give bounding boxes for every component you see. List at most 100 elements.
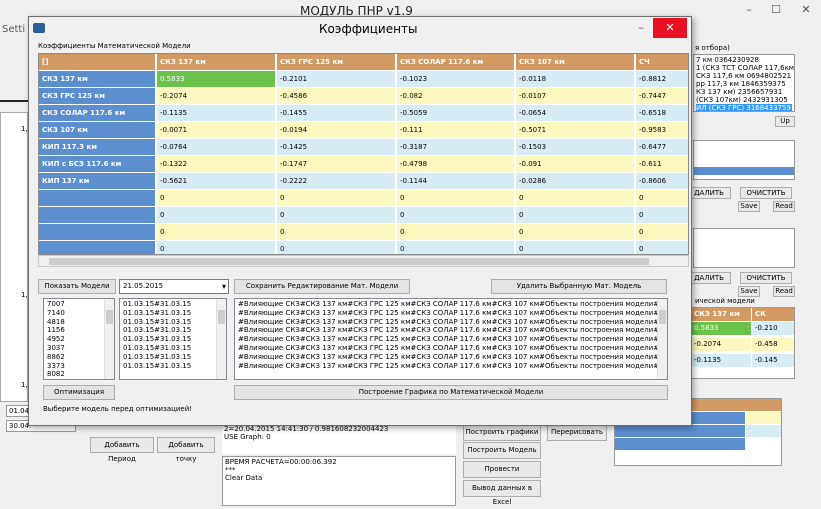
grid-cell[interactable]: -0.5621 xyxy=(157,173,276,190)
grid-cell[interactable]: 0 xyxy=(397,224,515,241)
period-list[interactable]: 01.03.15#31.03.15 01.03.15#31.03.15 01.03.… xyxy=(119,298,227,380)
row-header[interactable]: СКЗ 137 км xyxy=(39,71,156,88)
list-item[interactable]: 01.03.15#31.03.15 xyxy=(123,300,223,309)
clear-button-1[interactable]: ОЧИСТИТЬ xyxy=(740,187,792,199)
redraw-button[interactable]: Перерисовать xyxy=(547,424,607,441)
list-item[interactable]: 01.03.15#31.03.15 xyxy=(123,318,223,327)
run-optimization-button[interactable]: Провести Оптимизацию xyxy=(463,461,541,487)
table-row[interactable]: СКЗ СОЛАР 117.6 км -0.1135 -0.1455 -0.5059-… xyxy=(39,105,688,122)
list-item[interactable]: #Влияющие СКЗ#СКЗ 137 км#СКЗ ГРС 125 км#… xyxy=(238,362,667,371)
grid-cell[interactable]: -0.1135 xyxy=(157,105,276,122)
read-button-2[interactable]: Read xyxy=(773,286,795,297)
build-chart-button[interactable]: Построение Графика по Математической Мод… xyxy=(234,385,668,400)
list-item[interactable]: #Влияющие СКЗ#СКЗ 137 км#СКЗ ГРС 125 км#… xyxy=(238,335,667,344)
list-item[interactable]: 01.03.15#31.03.15 xyxy=(123,344,223,353)
add-point-button[interactable]: Добавить точку xyxy=(157,437,215,463)
up-button[interactable]: Up xyxy=(775,116,795,127)
grid-cell[interactable]: -0.0107 xyxy=(516,88,635,105)
grid-cell[interactable]: -0.1425 xyxy=(277,139,396,156)
row-header[interactable] xyxy=(39,207,156,224)
grid-cell[interactable]: -0.2222 xyxy=(277,173,396,190)
list-item[interactable]: 3037 xyxy=(47,344,111,353)
row-header[interactable]: КИП с БСЗ 117.6 км xyxy=(39,156,156,173)
row-header[interactable] xyxy=(39,241,156,254)
table-row[interactable]: СКЗ ГРС 125 км -0.2074 -0.4586 -0.082 -0.010… xyxy=(39,88,688,105)
column-header[interactable]: СЧ xyxy=(636,54,688,71)
grid-cell[interactable]: 0 xyxy=(277,207,396,224)
save-button-1[interactable]: Save xyxy=(738,201,760,212)
grid-cell[interactable]: 0 xyxy=(277,224,396,241)
grid-cell[interactable]: -0.9583 xyxy=(636,122,688,139)
table-row[interactable]: КИП 137 км -0.5621 -0.2222 -0.1144 -0.0286 -0… xyxy=(39,173,688,190)
main-close-button[interactable]: ✕ xyxy=(792,0,820,20)
grid-cell[interactable]: -0.0764 xyxy=(157,139,276,156)
grid-cell[interactable]: 0 xyxy=(516,241,635,254)
row-header[interactable]: СКЗ ГРС 125 км xyxy=(39,88,156,105)
list-item[interactable]: #Влияющие СКЗ#СКЗ 137 км#СКЗ ГРС 125 км#… xyxy=(238,318,667,327)
list-item[interactable]: 4818 xyxy=(47,318,111,327)
list-item[interactable]: 7140 xyxy=(47,309,111,318)
grid-cell[interactable]: -0.5071 xyxy=(516,122,635,139)
table-row[interactable]: 00000 xyxy=(39,190,688,207)
grid-cell[interactable]: -0.0071 xyxy=(157,122,276,139)
grid-cell[interactable]: -0.1322 xyxy=(157,156,276,173)
grid-cell[interactable]: 0 xyxy=(157,207,276,224)
row-header[interactable]: СКЗ 107 км xyxy=(39,122,156,139)
list-item[interactable]: #Влияющие СКЗ#СКЗ 137 км#СКЗ ГРС 125 км#… xyxy=(238,309,667,318)
grid-cell[interactable]: -0.2101 xyxy=(277,71,396,88)
grid-cell[interactable]: 0 xyxy=(397,207,515,224)
grid-cell[interactable]: 0 xyxy=(516,207,635,224)
delete-model-button[interactable]: Удалить Выбранную Мат. Модель xyxy=(491,279,667,294)
read-button-1[interactable]: Read xyxy=(773,201,795,212)
grid-cell[interactable]: 0 xyxy=(157,224,276,241)
grid-cell[interactable]: -0.111 xyxy=(397,122,515,139)
grid-cell[interactable]: -0.8812 xyxy=(636,71,688,88)
grid-cell[interactable]: 0 xyxy=(636,207,688,224)
build-model-button[interactable]: Построить Модель xyxy=(463,442,541,459)
clear-button-2[interactable]: ОЧИСТИТЬ xyxy=(740,272,792,284)
column-header[interactable]: СКЗ 137 км xyxy=(157,54,276,71)
selection-box-2[interactable] xyxy=(693,228,795,268)
grid-cell[interactable]: 0 xyxy=(397,190,515,207)
list-item[interactable]: 7007 xyxy=(47,300,111,309)
grid-cell[interactable]: -0.5059 xyxy=(397,105,515,122)
grid-cell[interactable]: -0.0286 xyxy=(516,173,635,190)
add-period-button[interactable]: Добавить Период xyxy=(90,437,154,463)
grid-cell[interactable]: -0.2074 xyxy=(157,88,276,105)
grid-cell[interactable]: -0.091 xyxy=(516,156,635,173)
grid-cell[interactable]: -0.1144 xyxy=(397,173,515,190)
grid-cell[interactable]: -0.1023 xyxy=(397,71,515,88)
grid-cell[interactable]: -0.611 xyxy=(636,156,688,173)
delete-button-2[interactable]: ДАЛИТЬ xyxy=(687,272,731,284)
list-item[interactable]: 3373 xyxy=(47,362,111,371)
grid-cell[interactable]: 0 xyxy=(516,224,635,241)
grid-cell[interactable]: -0.4798 xyxy=(397,156,515,173)
list-item[interactable]: #Влияющие СКЗ#СКЗ 137 км#СКЗ ГРС 125 км#… xyxy=(238,344,667,353)
grid-cell[interactable]: 0 xyxy=(277,190,396,207)
grid-cell[interactable]: -0.0654 xyxy=(516,105,635,122)
list-item[interactable]: #Влияющие СКЗ#СКЗ 137 км#СКЗ ГРС 125 км#… xyxy=(238,326,667,335)
list-item[interactable]: 01.03.15#31.03.15 xyxy=(123,353,223,362)
grid-cell[interactable]: 0 xyxy=(636,241,688,254)
grid-cell[interactable]: -0.0118 xyxy=(516,71,635,88)
grid-cell[interactable]: -0.4586 xyxy=(277,88,396,105)
row-header[interactable]: КИП 117.3 км xyxy=(39,139,156,156)
row-header[interactable] xyxy=(39,224,156,241)
table-row[interactable]: КИП с БСЗ 117.6 км -0.1322 -0.1747 -0.4798-… xyxy=(39,156,688,173)
grid-cell[interactable]: -0.0194 xyxy=(277,122,396,139)
table-row[interactable]: 00000 xyxy=(39,241,688,254)
calendar-icon[interactable]: ▾ xyxy=(222,281,226,292)
grid-cell[interactable]: 0 xyxy=(397,241,515,254)
main-minimize-button[interactable]: – xyxy=(735,0,763,20)
optimize-button[interactable]: Оптимизация xyxy=(43,385,115,400)
grid-cell[interactable]: 0 xyxy=(157,241,276,254)
grid-cell[interactable]: 0 xyxy=(157,190,276,207)
grid-cell[interactable]: -0.6518 xyxy=(636,105,688,122)
grid-cell[interactable]: 0 xyxy=(516,190,635,207)
object-list-selected[interactable]: ИЛ (СКЗ ГРС) 3168433759 xyxy=(696,104,792,111)
row-header[interactable] xyxy=(39,190,156,207)
list-item[interactable]: 01.03.15#31.03.15 xyxy=(123,326,223,335)
dialog-minimize-button[interactable]: – xyxy=(627,18,655,38)
grid-cell[interactable]: 0 xyxy=(277,241,396,254)
grid-cell[interactable]: -0.8606 xyxy=(636,173,688,190)
